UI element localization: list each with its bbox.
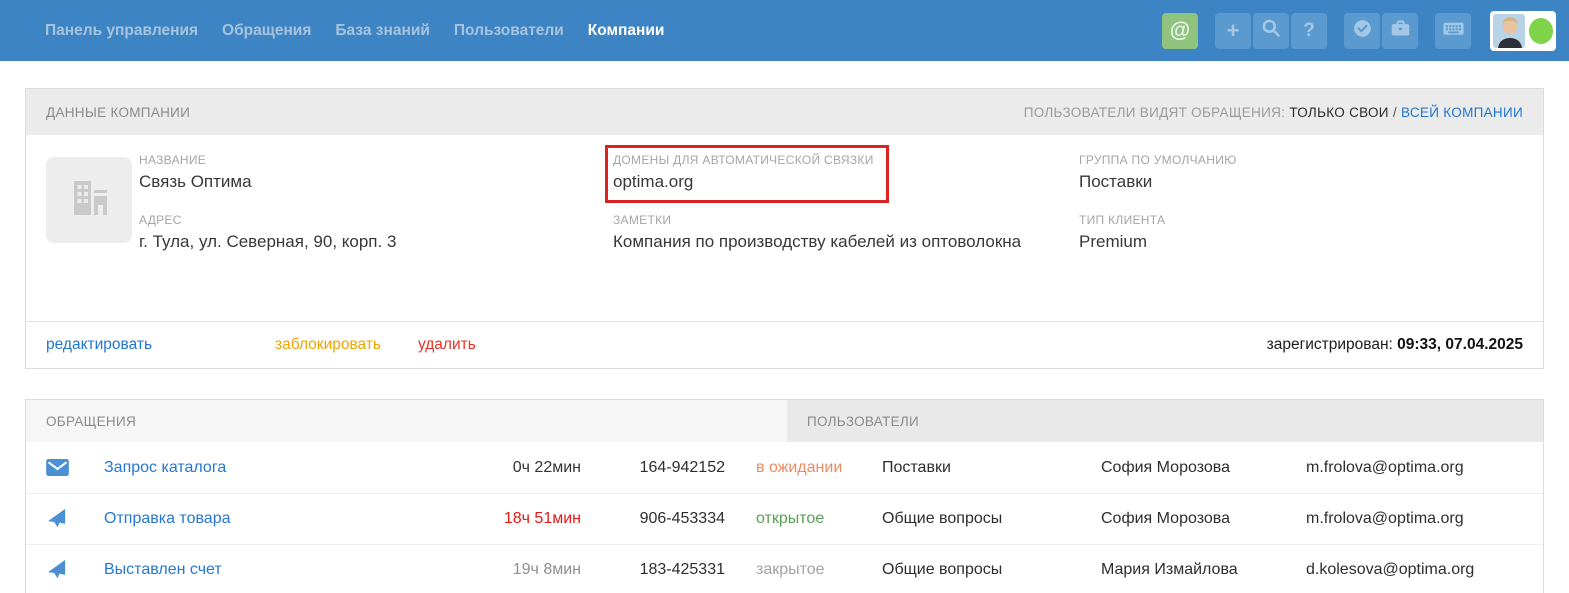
nav-item-users[interactable]: Пользователи xyxy=(454,22,564,40)
field-client-type-label: ТИП КЛИЕНТА xyxy=(1079,213,1503,227)
visibility-separator: / xyxy=(1393,105,1397,120)
tickets-header-section: ОБРАЩЕНИЯ xyxy=(26,400,787,442)
field-address: АДРЕС г. Тула, ул. Северная, 90, корп. 3 xyxy=(139,213,613,252)
delete-link[interactable]: удалить xyxy=(418,336,476,354)
paper-plane-icon xyxy=(46,559,104,581)
avatar xyxy=(1493,14,1525,48)
field-notes: ЗАМЕТКИ Компания по производству кабелей… xyxy=(613,213,1079,252)
field-notes-value: Компания по производству кабелей из опто… xyxy=(613,232,1059,252)
visibility-option-all-company[interactable]: ВСЕЙ КОМПАНИИ xyxy=(1401,105,1523,120)
navbar-actions: @ + ? xyxy=(1162,11,1556,51)
search-icon xyxy=(1261,18,1281,43)
achievements-button[interactable] xyxy=(1344,13,1380,49)
ticket-group: Общие вопросы xyxy=(882,510,1101,528)
ticket-status: закрытое xyxy=(725,561,882,579)
visibility-label: ПОЛЬЗОВАТЕЛИ ВИДЯТ ОБРАЩЕНИЯ: xyxy=(1024,105,1286,120)
field-client-type-value: Premium xyxy=(1079,232,1503,252)
nav-item-tickets[interactable]: Обращения xyxy=(222,22,311,40)
ticket-row: Запрос каталога 0ч 22мин 164-942152 в ож… xyxy=(26,442,1543,493)
visibility-option-own[interactable]: ТОЛЬКО СВОИ xyxy=(1289,105,1388,120)
ticket-id: 906-453334 xyxy=(581,510,725,528)
ticket-row: Выставлен счет 19ч 8мин 183-425331 закры… xyxy=(26,544,1543,593)
highlight-box: ДОМЕНЫ ДЛЯ АВТОМАТИЧЕСКОЙ СВЯЗКИ optima.… xyxy=(605,145,889,203)
users-header-section: ПОЛЬЗОВАТЕЛИ xyxy=(787,400,1543,442)
ticket-duration: 0ч 22мин xyxy=(481,459,581,477)
visibility-setting: ПОЛЬЗОВАТЕЛИ ВИДЯТ ОБРАЩЕНИЯ: ТОЛЬКО СВО… xyxy=(1024,105,1523,120)
ticket-user: Мария Измайлова xyxy=(1101,561,1306,579)
mentions-button[interactable]: @ xyxy=(1162,13,1198,49)
badge-check-icon xyxy=(1352,18,1373,44)
at-icon: @ xyxy=(1170,19,1190,43)
nav-item-dashboard[interactable]: Панель управления xyxy=(45,22,198,40)
building-icon xyxy=(63,172,115,229)
ticket-group: Поставки xyxy=(882,459,1101,477)
field-default-group: ГРУППА ПО УМОЛЧАНИЮ Поставки xyxy=(1079,153,1523,192)
block-link[interactable]: заблокировать xyxy=(275,336,381,354)
company-data-panel: ДАННЫЕ КОМПАНИИ ПОЛЬЗОВАТЕЛИ ВИДЯТ ОБРАЩ… xyxy=(25,88,1544,369)
company-fields: НАЗВАНИЕ Связь Оптима ДОМЕНЫ ДЛЯ АВТОМАТ… xyxy=(139,153,1523,321)
ticket-group: Общие вопросы xyxy=(882,561,1101,579)
search-button[interactable] xyxy=(1253,13,1289,49)
user-profile[interactable] xyxy=(1490,11,1556,51)
nav-item-companies[interactable]: Компании xyxy=(588,22,665,40)
ticket-title-link[interactable]: Выставлен счет xyxy=(104,561,481,579)
nav-item-knowledge-base[interactable]: База знаний xyxy=(335,22,429,40)
edit-link[interactable]: редактировать xyxy=(46,336,152,354)
field-default-group-value: Поставки xyxy=(1079,172,1503,192)
company-body: НАЗВАНИЕ Связь Оптима ДОМЕНЫ ДЛЯ АВТОМАТ… xyxy=(26,135,1543,321)
ticket-user-email: m.frolova@optima.org xyxy=(1306,459,1543,477)
ticket-status: в ожидании xyxy=(725,459,882,477)
tickets-panel-header: ОБРАЩЕНИЯ ПОЛЬЗОВАТЕЛИ xyxy=(26,400,1543,442)
main-menu: Панель управления Обращения База знаний … xyxy=(45,22,664,40)
ticket-user: София Морозова xyxy=(1101,510,1306,528)
create-button[interactable]: + xyxy=(1215,13,1251,49)
field-name-label: НАЗВАНИЕ xyxy=(139,153,593,167)
registered-info: зарегистрирован: 09:33, 07.04.2025 xyxy=(1267,336,1523,354)
field-address-value: г. Тула, ул. Северная, 90, корп. 3 xyxy=(139,232,593,252)
ticket-id: 164-942152 xyxy=(581,459,725,477)
registered-label: зарегистрирован: xyxy=(1267,336,1393,353)
help-icon: ? xyxy=(1303,21,1315,40)
tickets-header-label: ОБРАЩЕНИЯ xyxy=(46,414,136,429)
ticket-row: Отправка товара 18ч 51мин 906-453334 отк… xyxy=(26,493,1543,544)
company-logo-placeholder xyxy=(46,157,132,243)
ticket-user-email: m.frolova@optima.org xyxy=(1306,510,1543,528)
keyboard-shortcuts-button[interactable] xyxy=(1435,13,1471,49)
ticket-duration: 19ч 8мин xyxy=(481,561,581,579)
ticket-user-email: d.kolesova@optima.org xyxy=(1306,561,1543,579)
envelope-icon xyxy=(46,459,104,476)
field-name: НАЗВАНИЕ Связь Оптима xyxy=(139,153,613,192)
ticket-id: 183-425331 xyxy=(581,561,725,579)
keyboard-icon xyxy=(1442,17,1465,45)
plus-icon: + xyxy=(1227,20,1240,42)
ticket-status: открытое xyxy=(725,510,882,528)
ticket-title-link[interactable]: Отправка товара xyxy=(104,510,481,528)
field-domains: ДОМЕНЫ ДЛЯ АВТОМАТИЧЕСКОЙ СВЯЗКИ optima.… xyxy=(613,153,1079,203)
online-status-dot xyxy=(1529,18,1553,44)
ticket-duration: 18ч 51мин xyxy=(481,510,581,528)
tickets-panel: ОБРАЩЕНИЯ ПОЛЬЗОВАТЕЛИ Запрос каталога 0… xyxy=(25,399,1544,593)
field-default-group-label: ГРУППА ПО УМОЛЧАНИЮ xyxy=(1079,153,1503,167)
field-name-value: Связь Оптима xyxy=(139,172,593,192)
ticket-title-link[interactable]: Запрос каталога xyxy=(104,459,481,477)
ticket-user: София Морозова xyxy=(1101,459,1306,477)
top-navbar: Панель управления Обращения База знаний … xyxy=(0,0,1569,61)
help-button[interactable]: ? xyxy=(1291,13,1327,49)
field-client-type: ТИП КЛИЕНТА Premium xyxy=(1079,213,1523,252)
paper-plane-icon xyxy=(46,508,104,530)
company-panel-title: ДАННЫЕ КОМПАНИИ xyxy=(46,105,190,120)
field-address-label: АДРЕС xyxy=(139,213,593,227)
field-domains-value: optima.org xyxy=(613,172,874,192)
users-header-label: ПОЛЬЗОВАТЕЛИ xyxy=(807,414,919,429)
field-domains-label: ДОМЕНЫ ДЛЯ АВТОМАТИЧЕСКОЙ СВЯЗКИ xyxy=(613,153,874,167)
workspace-button[interactable] xyxy=(1382,13,1418,49)
briefcase-icon xyxy=(1390,18,1411,44)
registered-datetime: 09:33, 07.04.2025 xyxy=(1397,336,1523,353)
company-actions-bar: редактировать заблокировать удалить заре… xyxy=(26,321,1543,368)
company-panel-header: ДАННЫЕ КОМПАНИИ ПОЛЬЗОВАТЕЛИ ВИДЯТ ОБРАЩ… xyxy=(26,89,1543,135)
field-notes-label: ЗАМЕТКИ xyxy=(613,213,1059,227)
